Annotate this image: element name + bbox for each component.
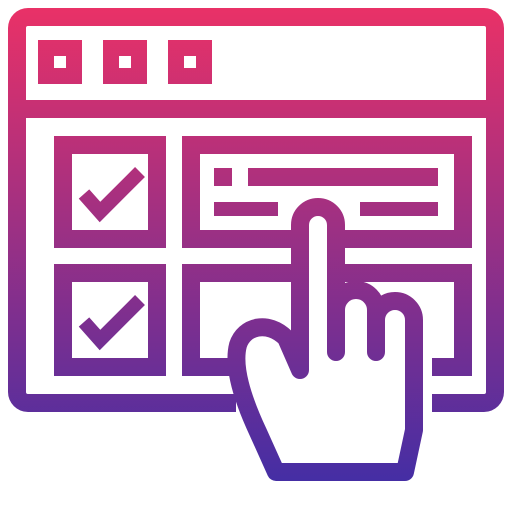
text-line (360, 202, 438, 216)
text-line (214, 202, 278, 216)
checkmark-icon (78, 167, 145, 223)
checkbox-icon (54, 264, 166, 376)
form-row (54, 136, 472, 248)
checkbox-icon (54, 136, 166, 248)
window-controls (38, 40, 212, 84)
checklist-form-hand-icon (8, 8, 504, 481)
icon-canvas (0, 0, 512, 512)
text-line (248, 168, 438, 186)
window-header-divider (24, 100, 488, 118)
window-button-icon (38, 40, 82, 84)
window-button-icon (103, 40, 147, 84)
window-button-icon (168, 40, 212, 84)
text-bullet-icon (214, 168, 232, 186)
checkmark-icon (78, 295, 145, 351)
